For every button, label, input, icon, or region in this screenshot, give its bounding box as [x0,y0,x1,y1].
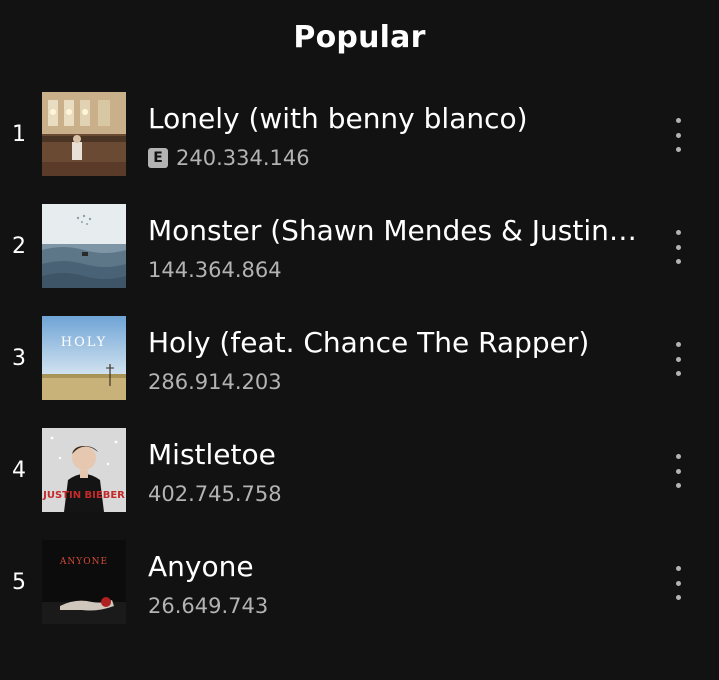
track-rank: 2 [12,234,26,259]
dot-icon [675,595,681,600]
more-options-button[interactable] [666,454,690,488]
more-options-button[interactable] [666,566,690,600]
section-title: Popular [293,20,426,55]
track-row[interactable]: 4 JUSTIN BIEBER Mistletoe 402.745.758 [0,428,719,540]
dot-icon [675,118,681,123]
holy-cover-text: HOLY [61,335,107,350]
track-title: Mistletoe [148,438,276,471]
explicit-badge: E [148,148,168,168]
more-options-button[interactable] [666,342,690,376]
track-meta: 26.649.743 [148,594,268,618]
dot-icon [675,454,681,459]
more-options-button[interactable] [666,230,690,264]
dot-icon [675,342,681,347]
track-rank: 5 [12,570,26,595]
track-row[interactable]: 2 Monster (Shawn Mendes & Justin Bieber) [0,204,719,316]
track-rank: 1 [12,122,26,147]
track-list: 1 Lonely (with benny blanco) E 240.334.1… [0,92,719,652]
dot-icon [675,371,681,376]
track-title: Lonely (with benny blanco) [148,102,528,135]
dot-icon [675,580,681,586]
lonely-album-cover [42,92,126,176]
track-row[interactable]: 5 ANYONE Anyone 26.649.743 [0,540,719,652]
track-meta: 402.745.758 [148,482,282,506]
dot-icon [675,356,681,362]
holy-album-cover: HOLY [42,316,126,400]
mistletoe-cover-text: JUSTIN BIEBER [42,490,125,501]
track-meta: E 240.334.146 [148,146,310,170]
dot-icon [675,132,681,138]
play-count: 402.745.758 [148,482,282,506]
dot-icon [675,244,681,250]
dot-icon [675,483,681,488]
track-title: Monster (Shawn Mendes & Justin Bieber) [148,214,638,247]
track-meta: 286.914.203 [148,370,282,394]
track-rank: 3 [12,346,26,371]
play-count: 26.649.743 [148,594,269,618]
track-title: Anyone [148,550,254,583]
anyone-cover-text: ANYONE [59,557,108,567]
track-meta: 144.364.864 [148,258,282,282]
track-title: Holy (feat. Chance The Rapper) [148,326,590,359]
play-count: 144.364.864 [148,258,282,282]
dot-icon [675,468,681,474]
dot-icon [675,259,681,264]
popular-tracks-screen: Popular 1 Lonely (with benny blanco) E 2… [0,0,719,680]
track-row[interactable]: 1 Lonely (with benny blanco) E 240.334.1… [0,92,719,204]
play-count: 286.914.203 [148,370,282,394]
mistletoe-album-cover: JUSTIN BIEBER [42,428,126,512]
track-rank: 4 [12,458,26,483]
monster-album-cover [42,204,126,288]
anyone-album-cover: ANYONE [42,540,126,624]
dot-icon [675,566,681,571]
track-row[interactable]: 3 HOLY Holy (feat. Chance The Rapper) 28… [0,316,719,428]
play-count: 240.334.146 [176,146,310,170]
dot-icon [675,147,681,152]
dot-icon [675,230,681,235]
more-options-button[interactable] [666,118,690,152]
